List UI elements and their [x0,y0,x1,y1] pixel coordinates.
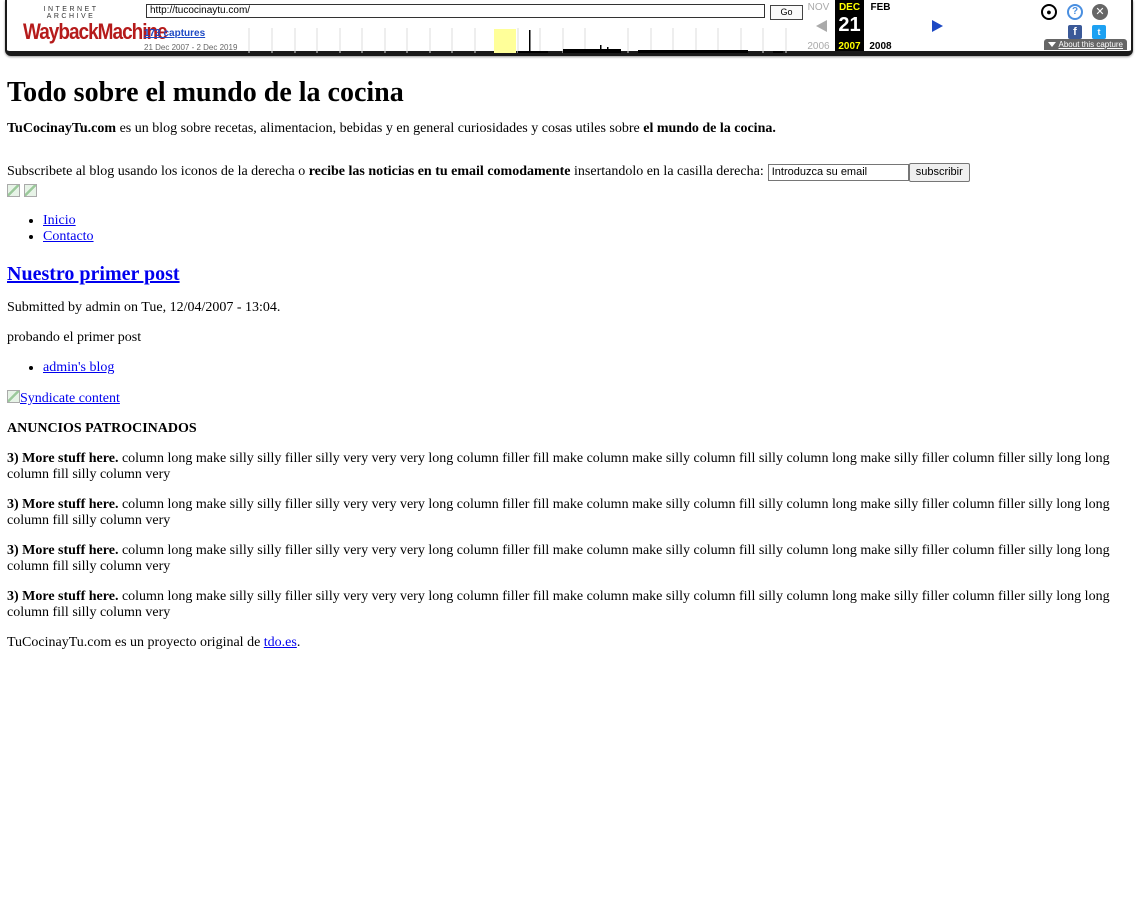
footer-end: . [296,635,301,650]
prev-month[interactable]: NOV 2006 [804,0,833,52]
help-icon[interactable]: ? [1067,4,1083,20]
ad-text: column long make silly silly filler sill… [7,589,1110,620]
capture-sparkline[interactable] [243,28,799,53]
wayback-logo[interactable]: INTERNET ARCHIVE WaybackMachine [21,6,168,46]
main-menu: Inicio Contacto [7,213,1133,245]
current-year-label: 2007 [838,41,861,52]
post-links: admin's blog [7,360,1133,376]
footer-text: TuCocinayTu.com es un proyecto original … [7,635,264,650]
prev-month-label: NOV [807,2,830,13]
url-input[interactable]: http://tucocinaytu.com/ [146,4,765,18]
footer-link-tdo[interactable]: tdo.es [264,635,297,650]
go-button[interactable]: Go [770,5,803,20]
capture-date-range: 21 Dec 2007 - 2 Dec 2019 [144,43,238,52]
page-content: Todo sobre el mundo de la cocina TuCocin… [7,62,1133,651]
syndicate-block: Syndicate content [7,390,1133,407]
intro-brand: TuCocinayTu.com [7,121,117,136]
ad-text: column long make silly silly filler sill… [7,451,1110,482]
ad-text: column long make silly silly filler sill… [7,543,1110,574]
ad-lead: 3) More stuff here. [7,497,119,512]
post-meta: Submitted by admin on Tue, 12/04/2007 - … [7,300,281,315]
triangle-down-icon [1047,42,1056,47]
intro-emphasis: el mundo de la cocina. [643,121,776,136]
ad-block: 3) More stuff here. column long make sil… [7,543,1133,575]
ad-text: column long make silly silly filler sill… [7,497,1110,528]
logo-wayback-machine: WaybackMachine [23,20,168,45]
subscribe-text-pre: Subscribete al blog usando los iconos de… [7,164,309,179]
ads-heading: ANUNCIOS PATROCINADOS [7,421,197,436]
post-title-link[interactable]: Nuestro primer post [7,263,180,285]
site-intro: TuCocinayTu.com es un blog sobre recetas… [7,121,1133,137]
prev-year-label: 2006 [807,41,830,52]
ad-block: 3) More stuff here. column long make sil… [7,589,1133,621]
next-month[interactable]: FEB 2008 [866,0,943,52]
menu-item-contacto: Contacto [43,229,1133,245]
subscribe-row: Subscribete al blog usando los iconos de… [7,161,1133,183]
feed-icons-row [7,184,1133,198]
current-month: DEC 21 2007 [835,0,864,52]
syndicate-link[interactable]: Syndicate content [7,390,120,406]
site-title: Todo sobre el mundo de la cocina [7,77,404,108]
syndicate-alt-text: Syndicate content [20,391,120,406]
menu-link-inicio[interactable]: Inicio [43,213,76,228]
subscribe-text-bold: recibe las noticias en tu email comodame… [308,164,571,179]
about-capture-label: About this capture [1058,40,1123,49]
facebook-icon[interactable]: f [1068,25,1082,39]
subscribe-text: Subscribete al blog usando los iconos de… [7,164,764,180]
arrow-right-icon[interactable] [932,20,943,32]
menu-link-contacto[interactable]: Contacto [43,229,94,244]
arrow-left-icon[interactable] [816,20,827,32]
month-navigator: NOV 2006 DEC 21 2007 FEB 2008 [804,0,943,52]
intro-text: es un blog sobre recetas, alimentacion, … [116,121,644,136]
post-body: probando el primer post [7,330,142,345]
broken-image-icon [7,390,20,403]
subscribe-text-post: insertandolo en la casilla derecha: [570,164,764,179]
about-capture-button[interactable]: About this capture [1043,39,1127,50]
wayback-toolbar: INTERNET ARCHIVE WaybackMachine http://t… [5,0,1133,56]
post-title: Nuestro primer post [7,263,1133,286]
admins-blog-link[interactable]: admin's blog [43,360,114,375]
menu-item-inicio: Inicio [43,213,1133,229]
next-year-label: 2008 [869,41,892,52]
post-link-item: admin's blog [43,360,1133,376]
footer: TuCocinayTu.com es un proyecto original … [7,635,1133,651]
broken-image-icon[interactable] [24,184,37,197]
ad-lead: 3) More stuff here. [7,543,119,558]
user-icon[interactable]: ● [1041,4,1057,20]
close-icon[interactable]: ✕ [1092,4,1108,20]
ad-lead: 3) More stuff here. [7,589,119,604]
current-month-label: DEC [838,2,861,13]
ad-lead: 3) More stuff here. [7,451,119,466]
current-day: 21 [838,14,861,36]
subscribe-button[interactable]: subscribir [908,162,970,182]
ad-block: 3) More stuff here. column long make sil… [7,451,1133,483]
twitter-icon[interactable]: t [1092,25,1106,39]
ad-block: 3) More stuff here. column long make sil… [7,497,1133,529]
email-input[interactable] [767,163,909,181]
next-month-label: FEB [870,2,891,13]
captures-link[interactable]: 173 captures [144,28,205,39]
logo-internet-archive: INTERNET ARCHIVE [43,6,99,20]
broken-image-icon[interactable] [7,184,20,197]
